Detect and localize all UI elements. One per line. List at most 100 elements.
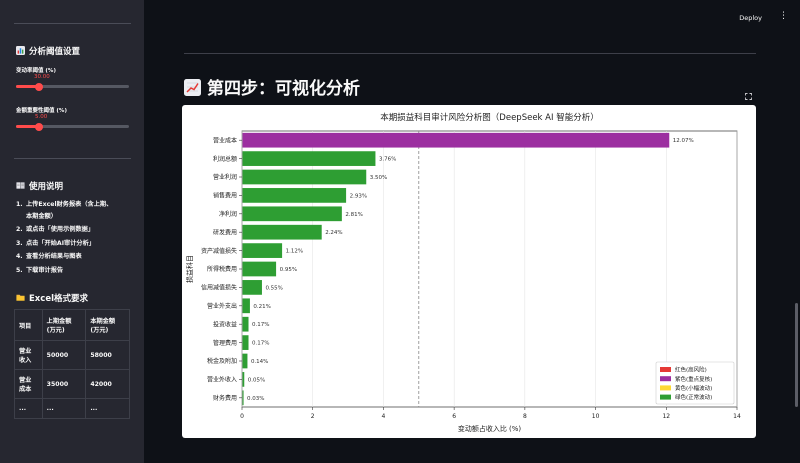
- bar-value-label: 0.03%: [247, 396, 264, 402]
- table-header: 上期金额 (万元): [41, 309, 87, 341]
- bar: [242, 224, 322, 240]
- y-tick-label: 财务费用: [213, 394, 237, 402]
- risk-chart-card: 0 2 4 6 8 10 12 14 营业成本 12.07% 利润总额 3.76% 营业利润 3.50% 销…: [182, 105, 756, 438]
- format-requirements-heading: Excel格式要求: [16, 292, 88, 304]
- bar-value-label: 2.24%: [325, 230, 342, 236]
- excel-format-table: 项目 上期金额 (万元) 本期金额 (万元) 营业 收入 50000 58000…: [14, 309, 130, 419]
- instruction-step: 4. 查看分析结果与图表: [16, 253, 82, 260]
- bar-value-label: 0.05%: [248, 377, 265, 383]
- table-cell: 42000: [85, 369, 130, 399]
- legend-label: 绿色(正常波动): [675, 393, 712, 401]
- table-row: 营业 收入 50000 58000: [14, 340, 130, 370]
- main-menu-icon[interactable]: ⋮: [779, 12, 788, 21]
- x-tick-label: 14: [733, 413, 741, 420]
- materiality-slider[interactable]: [16, 122, 129, 131]
- legend-swatch: [660, 376, 671, 382]
- y-tick-label: 研发费用: [213, 228, 237, 236]
- bar-value-label: 3.76%: [379, 157, 396, 163]
- legend-label: 黄色(小幅波动): [675, 384, 712, 392]
- instruction-step: 1. 上传Excel财务报表（含上期、 本期金额）: [16, 201, 113, 220]
- table-cell: 50000: [41, 340, 87, 370]
- bar-value-label: 0.55%: [265, 285, 282, 291]
- x-tick-label: 8: [523, 413, 527, 420]
- bar-value-label: 2.81%: [345, 212, 362, 218]
- y-tick-label: 投资收益: [213, 320, 237, 328]
- bar-value-label: 1.12%: [286, 249, 303, 255]
- legend-swatch: [660, 367, 671, 372]
- bar: [242, 372, 245, 387]
- bar-value-label: 0.17%: [252, 341, 269, 347]
- bar: [242, 151, 376, 166]
- y-tick-label: 税金及附加: [207, 357, 237, 365]
- bar: [242, 280, 262, 295]
- bar: [242, 206, 342, 222]
- table-cell: 35000: [41, 369, 87, 399]
- y-tick-label: 营业外收入: [207, 376, 237, 384]
- change-rate-label: 变动率阈值 (%): [16, 68, 56, 74]
- y-tick-label: 营业利润: [213, 173, 237, 181]
- table-header: 本期金额 (万元): [85, 309, 130, 341]
- risk-bar-chart: 0 2 4 6 8 10 12 14 营业成本 12.07% 利润总额 3.76% 营业利润 3.50% 销…: [185, 112, 741, 433]
- main-scrollbar[interactable]: [795, 303, 798, 407]
- bar: [242, 188, 347, 203]
- bar-value-label: 0.17%: [252, 322, 269, 328]
- bar: [242, 298, 250, 314]
- bar-value-label: 2.93%: [350, 193, 367, 199]
- bar: [242, 390, 244, 406]
- bar: [242, 316, 249, 332]
- change-rate-value: 30.00: [34, 74, 50, 80]
- materiality-slider-thumb[interactable]: [34, 122, 43, 131]
- deploy-button[interactable]: Deploy: [739, 14, 762, 22]
- table-cell: ...: [14, 398, 43, 419]
- table-cell: 营业 收入: [14, 340, 43, 370]
- threshold-settings-title: 分析阈值设置: [29, 47, 81, 57]
- bar: [242, 335, 249, 350]
- y-tick-label: 营业外支出: [207, 302, 237, 310]
- bar-value-label: 0.95%: [280, 267, 297, 273]
- y-axis-label: 损益科目: [185, 255, 194, 283]
- table-cell: 58000: [85, 340, 130, 370]
- fullscreen-icon[interactable]: [745, 93, 752, 100]
- x-tick-label: 4: [382, 413, 386, 420]
- instruction-step: 3. 点击「开始AI审计分析」: [16, 239, 95, 247]
- y-tick-label: 所得税费用: [207, 265, 237, 273]
- format-requirements-title: Excel格式要求: [29, 294, 89, 304]
- legend-label: 红色(高风险): [675, 366, 707, 374]
- y-tick-label: 信用减值损失: [201, 284, 237, 292]
- instructions-list: 1. 上传Excel财务报表（含上期、 本期金额） 2. 或点击「使用示例数据」 3.…: [16, 198, 140, 277]
- table-cell: ...: [85, 398, 130, 419]
- x-tick-label: 2: [311, 413, 315, 420]
- instruction-step: 2. 或点击「使用示例数据」: [16, 226, 95, 233]
- bar: [242, 169, 367, 185]
- y-tick-label: 净利润: [219, 210, 237, 218]
- y-tick-label: 利润总额: [213, 155, 237, 163]
- chart-increasing-icon: [184, 79, 201, 96]
- legend-swatch: [660, 385, 671, 391]
- bar-chart-icon: [16, 46, 25, 55]
- bar-value-label: 0.14%: [251, 359, 268, 365]
- main-content: Deploy ⋮ 第四步：可视化分析 0 2 4 6 8 10 12 14 营业成本 12.07%…: [144, 0, 800, 463]
- table-header: 项目: [14, 309, 43, 341]
- bar: [242, 132, 670, 148]
- book-icon: [16, 182, 25, 189]
- x-tick-label: 0: [240, 413, 244, 420]
- bar: [242, 261, 277, 277]
- legend-label: 紫色(重点复核): [675, 375, 712, 383]
- instructions-heading: 使用说明: [16, 180, 63, 192]
- y-tick-label: 营业成本: [213, 136, 237, 144]
- y-tick-label: 销售费用: [213, 192, 237, 200]
- sidebar: 分析阈值设置 变动率阈值 (%) 30.00 金额重要性阈值 (%) 5.00 …: [0, 0, 144, 463]
- page-title: 第四步：可视化分析: [184, 74, 360, 99]
- x-axis-label: 变动额占收入比 (%): [458, 424, 522, 433]
- folder-icon: [16, 294, 25, 301]
- sidebar-divider: [14, 158, 131, 159]
- change-rate-slider[interactable]: [16, 82, 129, 91]
- change-rate-slider-thumb[interactable]: [34, 82, 43, 91]
- y-tick-label: 资产减值损失: [201, 247, 237, 255]
- bar-value-label: 0.21%: [253, 304, 270, 310]
- x-tick-label: 6: [452, 413, 456, 420]
- section-divider: [184, 53, 756, 54]
- x-tick-label: 12: [662, 413, 670, 420]
- chart-title: 本期损益科目审计风险分析图（DeepSeek AI 智能分析）: [380, 112, 598, 123]
- legend-swatch: [660, 394, 671, 400]
